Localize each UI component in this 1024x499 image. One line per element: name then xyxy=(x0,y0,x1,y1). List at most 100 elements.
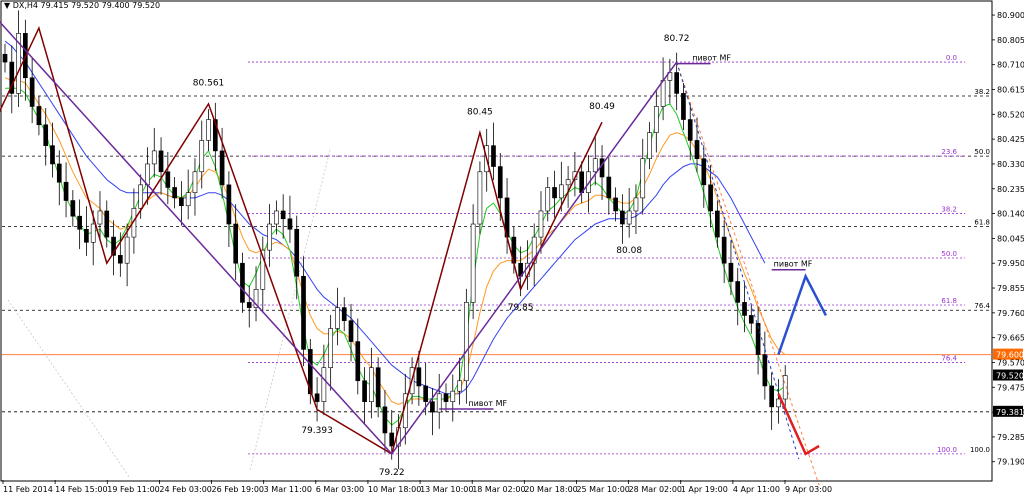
candle-body xyxy=(56,163,62,183)
fib-level-label: 100.0 xyxy=(937,446,957,454)
x-tick-label: 1 Apr 19:00 xyxy=(681,485,728,494)
candle-body xyxy=(280,210,286,220)
candle-body xyxy=(240,262,245,303)
y-tick-label: 80.140 xyxy=(997,210,1024,219)
candle-body xyxy=(558,184,564,199)
candle-body xyxy=(382,406,388,434)
candle-body xyxy=(355,341,361,382)
candle-body xyxy=(77,215,82,230)
candle-body xyxy=(206,119,211,141)
candle-body xyxy=(626,210,632,225)
candle-body xyxy=(199,140,205,173)
candle-body xyxy=(470,223,476,303)
swing-label: 79.22 xyxy=(379,468,405,478)
y-tick-label: 80.425 xyxy=(997,135,1024,144)
candle-body xyxy=(43,124,49,146)
fib-level-label: 50.0 xyxy=(974,148,990,156)
y-tick-label: 80.235 xyxy=(997,185,1024,194)
y-tick-label: 79.475 xyxy=(997,383,1024,392)
candle-body xyxy=(640,158,646,199)
pivot-label: пивот MF xyxy=(774,260,813,269)
x-tick-label: 18 Mar 02:00 xyxy=(472,485,525,494)
x-tick-label: 20 Mar 18:00 xyxy=(524,485,577,494)
y-tick-label: 80.805 xyxy=(997,36,1024,45)
candle-body xyxy=(748,315,754,324)
fib-level-label: 38.2 xyxy=(941,206,957,214)
candle-body xyxy=(328,328,333,368)
candle-body xyxy=(185,192,191,207)
x-tick-label: 11 Feb 2014 xyxy=(3,485,53,494)
candle-body xyxy=(314,393,320,402)
x-tick-label: 9 Apr 03:00 xyxy=(785,485,832,494)
candle-body xyxy=(219,150,225,186)
fib-level-label: 76.4 xyxy=(974,302,990,310)
candle-body xyxy=(104,210,110,238)
candle-body xyxy=(29,77,35,107)
fib-level-label: 61.8 xyxy=(974,219,990,227)
swing-label: 80.49 xyxy=(589,102,615,112)
plot-area[interactable] xyxy=(0,0,993,482)
fib-level-label: 50.0 xyxy=(941,250,957,258)
candle-body xyxy=(124,236,130,264)
candle-body xyxy=(233,223,239,264)
y-tick-label: 79.285 xyxy=(997,433,1024,442)
candlestick-chart[interactable]: 0.0 23.6 38.2 50.0 61.8 76.4 100.0 38.2 50.0 61.8… xyxy=(0,0,1024,495)
candle-body xyxy=(538,210,544,238)
x-tick-label: 4 Apr 11:00 xyxy=(733,485,780,494)
price-tag-label: 79.600 xyxy=(996,351,1024,360)
candle-body xyxy=(151,150,157,165)
candle-body xyxy=(84,228,89,243)
candle-body xyxy=(246,302,252,308)
chart-header: ▼ DX,H4 79.415 79.520 79.400 79.520 xyxy=(4,1,160,11)
y-tick-label: 80.900 xyxy=(997,11,1024,20)
x-tick-label: 6 Mar 03:00 xyxy=(316,485,364,494)
y-tick-label: 79.665 xyxy=(997,334,1024,343)
y-tick-label: 80.520 xyxy=(997,110,1024,119)
x-tick-label: 26 Feb 19:00 xyxy=(212,485,264,494)
candle-body xyxy=(545,187,551,212)
fib-level-label: 76.4 xyxy=(941,354,957,362)
y-tick-label: 79.950 xyxy=(997,259,1024,268)
pivot-label: пивот MF xyxy=(692,54,731,63)
candle-body xyxy=(735,281,741,303)
y-tick-label: 80.710 xyxy=(997,61,1024,70)
candle-body xyxy=(464,302,469,382)
candle-body xyxy=(443,393,449,402)
candle-body xyxy=(674,72,679,94)
swing-label: 79.393 xyxy=(301,426,333,436)
ohlc-values: 79.415 79.520 79.400 79.520 xyxy=(40,1,161,10)
x-tick-label: 14 Feb 15:00 xyxy=(55,485,107,494)
candle-body xyxy=(613,197,618,212)
candle-body xyxy=(681,93,686,120)
candle-body xyxy=(742,302,747,316)
candle-body xyxy=(179,197,184,207)
x-tick-label: 25 Mar 10:00 xyxy=(576,485,629,494)
candle-body xyxy=(457,380,462,392)
candle-body xyxy=(145,163,150,186)
chart-window[interactable]: 0.0 23.6 38.2 50.0 61.8 76.4 100.0 38.2 50.0 61.8… xyxy=(0,0,1024,495)
fib-level-label: 23.6 xyxy=(941,148,957,156)
x-tick-label: 19 Feb 11:00 xyxy=(107,485,159,494)
candle-body xyxy=(762,354,768,387)
symbol-dropdown-icon[interactable]: ▼ xyxy=(4,1,10,10)
candle-body xyxy=(565,179,571,186)
y-tick-label: 80.045 xyxy=(997,234,1024,243)
x-tick-label: 10 Mar 18:00 xyxy=(368,485,421,494)
candle-body xyxy=(715,210,720,238)
candle-body xyxy=(301,275,306,350)
candle-body xyxy=(450,390,456,402)
candle-body xyxy=(63,181,69,201)
candle-body xyxy=(348,320,354,342)
candle-body xyxy=(728,262,734,282)
x-tick-label: 24 Feb 03:00 xyxy=(159,485,211,494)
candle-body xyxy=(226,184,232,225)
candle-body xyxy=(2,53,8,63)
swing-label: 80.45 xyxy=(467,107,493,117)
fib-level-label: 0.0 xyxy=(946,54,957,62)
candle-body xyxy=(287,218,293,230)
candle-body xyxy=(267,223,272,251)
price-tag-label: 79.520 xyxy=(996,372,1024,381)
candle-body xyxy=(158,150,164,173)
candle-body xyxy=(592,158,598,173)
y-tick-label: 80.615 xyxy=(997,86,1024,95)
